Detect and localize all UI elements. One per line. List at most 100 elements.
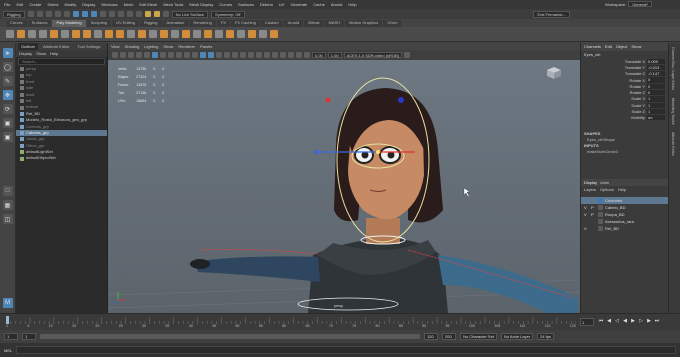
shelf-tab-custom[interactable]: Custom [260,20,283,27]
menu-arnold[interactable]: Arnold [331,2,343,7]
channel-attribute-row[interactable]: Rotate Z0 [581,89,668,96]
layout-single-icon[interactable]: □ [2,186,13,196]
anim-layer-dropdown[interactable]: No Anim Layer [500,333,534,340]
shelf-bridge-icon[interactable] [116,30,124,38]
shelf-smooth-icon[interactable] [94,30,102,38]
motion-blur-icon[interactable] [264,52,270,58]
bookmark-icon[interactable] [120,52,126,58]
menu-file[interactable]: File [4,2,10,7]
shelf-tab-sculpting[interactable]: Sculpting [86,20,112,27]
ipr-render-icon[interactable] [153,11,160,17]
shelf-tab-mash[interactable]: MASH [324,20,345,27]
menu-set-dropdown[interactable]: Rigging [3,10,25,18]
menu-mesh-display[interactable]: Mesh Display [189,2,213,7]
shelf-tab-surfaces[interactable]: Surfaces [27,20,52,27]
render-icon[interactable] [144,11,151,17]
channel-attribute-row[interactable]: Scale Z1 [581,108,668,115]
input-node-name[interactable]: makeNurbCircle3 [581,149,668,155]
command-language-label[interactable]: MEL [4,348,12,353]
channel-attribute-row[interactable]: Visibility on [581,115,668,121]
panel-menu-panels[interactable]: Panels [200,43,212,50]
layout-outliner-icon[interactable]: ◫ [2,214,13,224]
step-back-key-icon[interactable]: ◀ [606,318,612,325]
panel-menu-shading[interactable]: Shading [125,43,140,50]
image-plane-icon[interactable] [128,52,134,58]
play-forward-icon[interactable]: ▶ [630,318,636,325]
history-icon[interactable] [135,11,142,17]
menu-uv[interactable]: UV [279,2,285,7]
channel-attribute-value[interactable]: 0 [647,89,665,96]
layer-menu-options[interactable]: Options [600,186,614,193]
shelf-tab-animation[interactable]: Animation [162,20,189,27]
backface-culling-icon[interactable] [304,52,310,58]
render-settings-icon[interactable] [162,11,169,17]
outliner-row[interactable]: defaultObjectSet [16,155,107,161]
layer-visibility-toggle[interactable]: V [584,205,589,210]
channel-attribute-value[interactable]: on [647,115,665,121]
character-set-dropdown[interactable]: No Character Set [460,333,497,340]
shelf-delete-history-icon[interactable] [215,30,223,38]
color-space-dropdown[interactable]: ACES 1.0 SDR-video (sRGB) [343,52,403,58]
wireframe-icon[interactable] [200,52,206,58]
side-tab-channel-box[interactable]: Channel Box / Layer Editor [669,43,677,94]
film-gate-icon[interactable] [160,52,166,58]
shelf-extrude-icon[interactable] [105,30,113,38]
outliner-menu-show[interactable]: Show [36,50,46,57]
shelf-cylinder-icon[interactable] [28,30,36,38]
user-account-dropdown[interactable]: Erst Fernando... [533,10,570,18]
near-clip-field[interactable]: 0.00 [312,52,326,58]
snap-point-icon[interactable] [117,11,124,17]
smooth-shade-icon[interactable] [208,52,214,58]
shelf-bevel-icon[interactable] [127,30,135,38]
tab-attribute-editor[interactable]: Attribute Editor [40,43,72,50]
layer-menu-help[interactable]: Help [618,186,626,193]
snap-grid-icon[interactable] [99,11,106,17]
shelf-target-weld-icon[interactable] [182,30,190,38]
use-default-material-icon[interactable] [216,52,222,58]
layer-color-swatch[interactable] [598,226,603,231]
menu-help[interactable]: Help [348,2,356,7]
shelf-freeze-icon[interactable] [226,30,234,38]
shelf-center-pivot-icon[interactable] [237,30,245,38]
display-layer-row[interactable]: V P Roupa_BD [581,211,669,218]
channel-attribute-row[interactable]: Translate X 0.000 [581,58,668,64]
snap-curve-icon[interactable] [108,11,115,17]
menu-cache[interactable]: Cache [313,2,325,7]
select-object-icon[interactable] [81,11,88,17]
lasso-tool-icon[interactable]: ◯ [2,62,13,72]
layer-playback-toggle[interactable]: P [591,205,596,210]
layer-color-swatch[interactable] [598,205,603,210]
move-tool-icon[interactable]: ✥ [2,90,13,100]
channel-attribute-value[interactable]: 1 [647,96,665,102]
layer-color-swatch[interactable] [598,219,603,224]
safe-action-icon[interactable] [192,52,198,58]
shelf-tab-poly-modeling[interactable]: Poly Modeling [52,20,86,27]
channel-attribute-row[interactable]: Translate Y -0.013 [581,64,668,71]
shelf-mirror-icon[interactable] [160,30,168,38]
menu-edit[interactable]: Edit [16,2,23,7]
shelf-tab-xgen[interactable]: XGen [383,20,402,27]
shelf-multi-cut-icon[interactable] [149,30,157,38]
tab-display-layers[interactable]: Display [584,179,597,186]
outliner-menu-display[interactable]: Display [19,50,32,57]
current-time-indicator[interactable] [6,316,9,324]
tab-outliner[interactable]: Outliner [18,43,39,50]
textured-icon[interactable] [232,52,238,58]
animation-end-field[interactable]: 200 [442,333,456,340]
xray-icon[interactable] [288,52,294,58]
scale-tool-icon[interactable]: ▣ [2,118,13,128]
shadows-icon[interactable] [248,52,254,58]
fps-dropdown[interactable]: 24 fps [537,333,555,340]
shelf-plane-icon[interactable] [39,30,47,38]
anti-aliasing-icon[interactable] [272,52,278,58]
panel-menu-view[interactable]: View [111,43,120,50]
gate-mask-icon[interactable] [176,52,182,58]
channel-attribute-value[interactable]: 1 [647,102,665,108]
display-layer-row[interactable]: V Ref_BD [581,225,669,232]
step-forward-key-icon[interactable]: ▶ [646,318,652,325]
go-to-end-icon[interactable]: ⏭ [654,318,660,325]
display-layer-row[interactable]: Controles [581,197,669,204]
symmetry-dropdown[interactable]: Symmetry: Off [211,10,245,18]
shelf-sculpt-icon[interactable] [259,30,267,38]
wireframe-on-shaded-icon[interactable] [224,52,230,58]
